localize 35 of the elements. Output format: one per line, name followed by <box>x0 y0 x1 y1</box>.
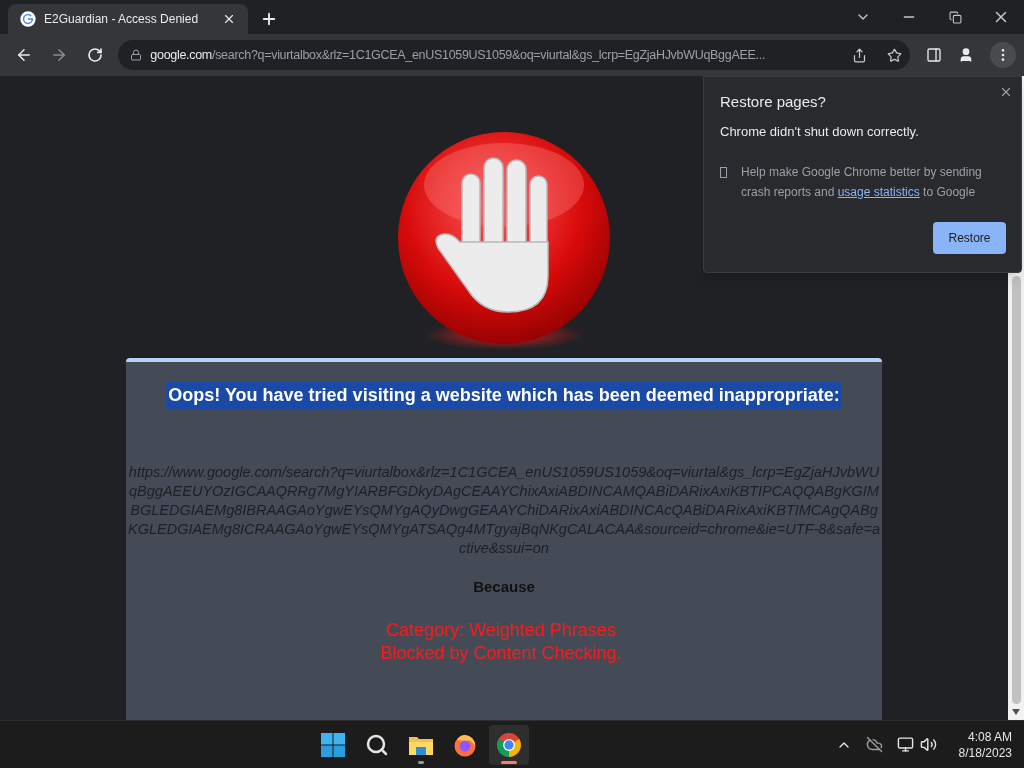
bookmark-star-icon[interactable] <box>887 47 902 63</box>
scroll-down-icon[interactable] <box>1012 709 1020 715</box>
chrome-icon <box>495 731 522 758</box>
block-reason: Blocked by Content Checking. <box>380 641 623 665</box>
consent-text: Help make Google Chrome better by sending crash reports and usage statistics to Google <box>740 164 983 201</box>
browser-tab[interactable]: E2Guardian - Access Denied <box>8 4 248 34</box>
taskbar-app[interactable] <box>488 724 529 765</box>
url-text: google.com/search?q=viurtalbox&rlz=1C1GCEA_enUS1059US1059&oq=viurtal&gs_lcrp=EgZjaHJvbWUqBggAEE... <box>150 46 767 64</box>
tab-title: E2Guardian - Access Denied <box>44 11 200 28</box>
popup-message: Chrome didn't shut down correctly. <box>720 122 920 141</box>
new-tab-icon[interactable] <box>260 10 278 28</box>
network-icon[interactable] <box>896 736 914 753</box>
search-icon <box>364 732 389 757</box>
close-tab-icon[interactable] <box>222 12 236 26</box>
consent-checkbox[interactable] <box>720 167 727 178</box>
restore-window-icon[interactable] <box>948 10 962 24</box>
share-icon[interactable] <box>852 47 867 63</box>
block-reason: Category: Weighted Phrases <box>386 618 617 642</box>
volume-icon[interactable] <box>919 736 937 753</box>
usage-statistics-link[interactable]: usage statistics <box>837 185 920 199</box>
profile-icon[interactable] <box>958 47 974 63</box>
because-label: Because <box>473 577 535 597</box>
lock-icon <box>130 49 143 61</box>
address-bar[interactable]: google.com/search?q=viurtalbox&rlz=1C1GCEA_enUS1059US1059&oq=viurtal&gs_lcrp=EgZjaHJvbWUqBggAEE... <box>118 40 910 70</box>
block-heading: Oops! You have tried visiting a website which has been deemed inappropriate: <box>166 382 842 409</box>
close-icon[interactable] <box>999 85 1013 99</box>
side-panel-icon[interactable] <box>926 47 942 63</box>
cloud-off-icon[interactable] <box>865 736 883 753</box>
windows-start-icon <box>320 732 345 757</box>
reload-icon[interactable] <box>86 47 103 63</box>
popup-title: Restore pages? <box>720 92 826 112</box>
clock-time[interactable]: 4:08 AM <box>967 728 1012 745</box>
google-g-icon <box>20 11 36 27</box>
clock-date[interactable]: 8/18/2023 <box>958 744 1012 761</box>
restore-button[interactable]: Restore <box>933 222 1006 254</box>
